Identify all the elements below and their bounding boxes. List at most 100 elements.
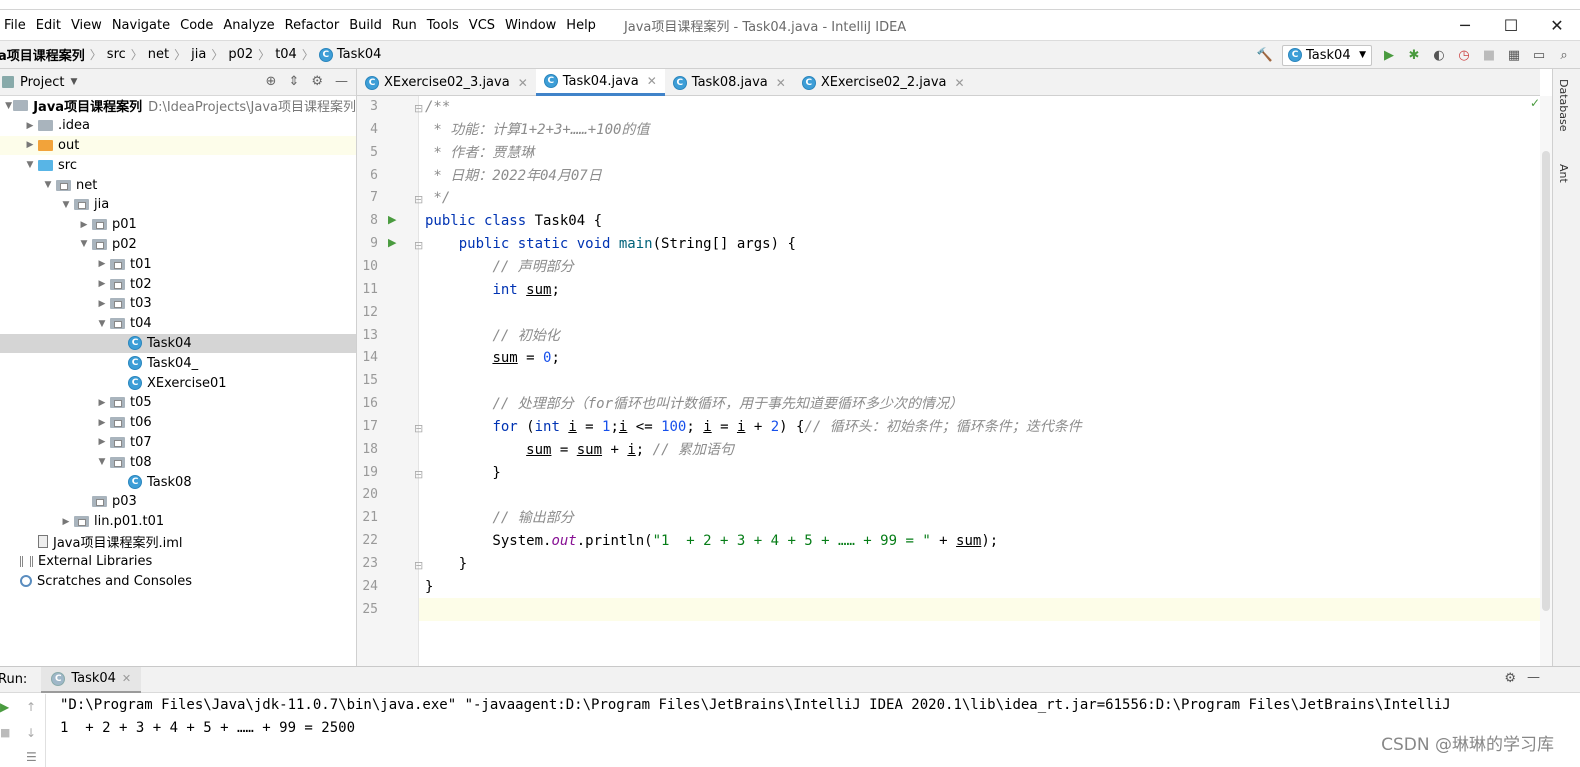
tab-xexercise02-2[interactable]: C XExercise02_2.java ✕ xyxy=(794,69,973,96)
collapse-arrow-icon[interactable]: ▶ xyxy=(94,259,110,269)
expand-arrow-icon[interactable]: ▼ xyxy=(4,101,13,111)
collapse-arrow-icon[interactable]: ▶ xyxy=(76,220,92,230)
breadcrumb-src[interactable]: src xyxy=(107,47,126,62)
tree-item[interactable]: C Task04_ xyxy=(0,353,356,373)
menu-build[interactable]: Build xyxy=(345,18,388,33)
collapse-arrow-icon[interactable]: ▶ xyxy=(94,437,110,447)
tree-item[interactable]: ▼ t04 xyxy=(0,314,356,334)
expand-arrow-icon[interactable]: ▼ xyxy=(40,180,56,190)
tree-item[interactable]: External Libraries xyxy=(0,551,356,571)
wrap-icon[interactable]: ☰ xyxy=(26,750,37,764)
project-panel-title[interactable]: Project xyxy=(20,75,64,90)
menu-refactor[interactable]: Refactor xyxy=(281,18,346,33)
menu-file[interactable]: File xyxy=(0,18,32,33)
collapse-arrow-icon[interactable]: ▶ xyxy=(94,418,110,428)
tree-item[interactable]: Scratches and Consoles xyxy=(0,571,356,591)
ant-tool-tab[interactable]: Ant xyxy=(1557,164,1570,183)
tree-item[interactable]: ▼ jia xyxy=(0,195,356,215)
expand-arrow-icon[interactable]: ▼ xyxy=(58,200,74,210)
coverage-icon[interactable]: ◐ xyxy=(1431,47,1447,63)
tree-item[interactable]: ▶ p01 xyxy=(0,215,356,235)
run-tab-task04[interactable]: C Task04 ✕ xyxy=(41,666,142,693)
tree-item[interactable]: C Task04 xyxy=(0,333,356,354)
project-structure-icon[interactable]: ▦ xyxy=(1506,47,1522,63)
collapse-arrow-icon[interactable]: ▶ xyxy=(22,121,38,131)
scrollbar-thumb[interactable] xyxy=(1542,151,1550,611)
expand-arrow-icon[interactable]: ▼ xyxy=(94,457,110,467)
breadcrumb-task04[interactable]: Task04 xyxy=(337,47,382,62)
tree-item[interactable]: C XExercise01 xyxy=(0,373,356,393)
tree-item[interactable]: ▶ t02 xyxy=(0,274,356,294)
close-icon[interactable]: ✕ xyxy=(955,76,965,90)
menu-analyze[interactable]: Analyze xyxy=(219,18,280,33)
collapse-arrow-icon[interactable]: ▶ xyxy=(22,140,38,150)
close-icon[interactable]: ✕ xyxy=(518,76,528,90)
breadcrumb-jia[interactable]: jia xyxy=(191,47,206,62)
chevron-down-icon[interactable]: ▼ xyxy=(70,77,77,87)
tree-item[interactable]: ▶ t05 xyxy=(0,393,356,413)
tree-item[interactable]: Java项目课程案列.iml xyxy=(0,532,356,552)
layout-icon[interactable]: ▭ xyxy=(1531,47,1547,63)
menu-run[interactable]: Run xyxy=(388,18,423,33)
expand-arrow-icon[interactable]: ▼ xyxy=(76,239,92,249)
hide-panel-icon[interactable]: — xyxy=(1527,670,1540,685)
locate-icon[interactable]: ⊕ xyxy=(266,74,277,89)
hide-panel-icon[interactable]: — xyxy=(335,74,348,89)
expand-arrow-icon[interactable]: ▼ xyxy=(94,319,110,329)
code-area[interactable]: /** * 功能：计算1+2+3+……+100的值 * 作者：贾慧琳 * 日期：… xyxy=(419,96,1540,666)
collapse-arrow-icon[interactable]: ▶ xyxy=(94,398,110,408)
tree-item[interactable]: ▶ t01 xyxy=(0,254,356,274)
tab-task04[interactable]: C Task04.java ✕ xyxy=(535,69,665,96)
tree-item[interactable]: ▼ t08 xyxy=(0,452,356,472)
breadcrumb-p02[interactable]: p02 xyxy=(228,47,253,62)
tree-item[interactable]: ▶ lin.p01.t01 xyxy=(0,512,356,532)
stop-icon[interactable]: ■ xyxy=(1481,47,1497,63)
code-editor[interactable]: ▶ ▶ ⊟ ⊟ ⊟ ⊟ ⊟ ⊟ 3 4 5 6 7 8 9 10 11 12 13 14 15 16 17 1… xyxy=(357,96,1540,666)
gear-icon[interactable]: ⚙ xyxy=(311,74,323,89)
run-gutter-icon[interactable]: ▶ xyxy=(388,236,396,249)
close-icon[interactable]: ✕ xyxy=(647,74,657,88)
tree-item[interactable]: ▼ p02 xyxy=(0,235,356,255)
breadcrumb-t04[interactable]: t04 xyxy=(275,47,297,62)
up-arrow-icon[interactable]: ↑ xyxy=(26,700,36,714)
menu-window[interactable]: Window xyxy=(501,18,562,33)
tree-item[interactable]: ▶ .idea xyxy=(0,116,356,136)
close-icon[interactable]: ✕ xyxy=(122,672,131,685)
expand-arrow-icon[interactable]: ▼ xyxy=(22,160,38,170)
tree-item[interactable]: p03 xyxy=(0,492,356,512)
tree-item[interactable]: C Task08 xyxy=(0,472,356,492)
tree-item[interactable]: ▼ net xyxy=(0,175,356,195)
menu-view[interactable]: View xyxy=(67,18,108,33)
collapse-icon[interactable]: ⇕ xyxy=(288,74,299,89)
editor-scrollbar[interactable] xyxy=(1540,96,1552,666)
run-config-select[interactable]: C Task04 ▼ xyxy=(1282,44,1372,66)
breadcrumb-project[interactable]: a项目课程案列 xyxy=(0,45,85,64)
maximize-button[interactable]: ☐ xyxy=(1488,16,1534,35)
tree-item[interactable]: ▼ Java项目课程案列 D:\IdeaProjects\Java项目课程案列 xyxy=(0,96,356,116)
menu-edit[interactable]: Edit xyxy=(32,18,67,33)
close-button[interactable]: ✕ xyxy=(1534,16,1580,35)
build-hammer-icon[interactable]: 🔨 xyxy=(1257,47,1273,63)
tree-item[interactable]: ▶ t06 xyxy=(0,413,356,433)
gear-icon[interactable]: ⚙ xyxy=(1504,671,1516,686)
run-icon[interactable]: ▶ xyxy=(1381,47,1397,63)
close-icon[interactable]: ✕ xyxy=(776,76,786,90)
menu-vcs[interactable]: VCS xyxy=(465,18,501,33)
tree-item[interactable]: ▶ t03 xyxy=(0,294,356,314)
tree-item[interactable]: ▶ t07 xyxy=(0,433,356,453)
rerun-icon[interactable]: ▶ xyxy=(0,700,9,714)
profile-icon[interactable]: ◷ xyxy=(1456,47,1472,63)
collapse-arrow-icon[interactable]: ▶ xyxy=(94,299,110,309)
down-arrow-icon[interactable]: ↓ xyxy=(26,726,36,740)
tab-task08[interactable]: C Task08.java ✕ xyxy=(665,69,794,96)
breadcrumb-net[interactable]: net xyxy=(148,47,169,62)
stop-icon[interactable]: ■ xyxy=(0,726,10,739)
run-gutter-icon[interactable]: ▶ xyxy=(388,213,396,226)
tree-item[interactable]: ▶ out xyxy=(0,135,356,156)
menu-code[interactable]: Code xyxy=(176,18,219,33)
debug-bug-icon[interactable]: ✱ xyxy=(1406,47,1422,63)
minimize-button[interactable]: ─ xyxy=(1442,16,1488,35)
collapse-arrow-icon[interactable]: ▶ xyxy=(94,279,110,289)
menu-navigate[interactable]: Navigate xyxy=(108,18,176,33)
database-tool-tab[interactable]: Database xyxy=(1557,79,1570,132)
